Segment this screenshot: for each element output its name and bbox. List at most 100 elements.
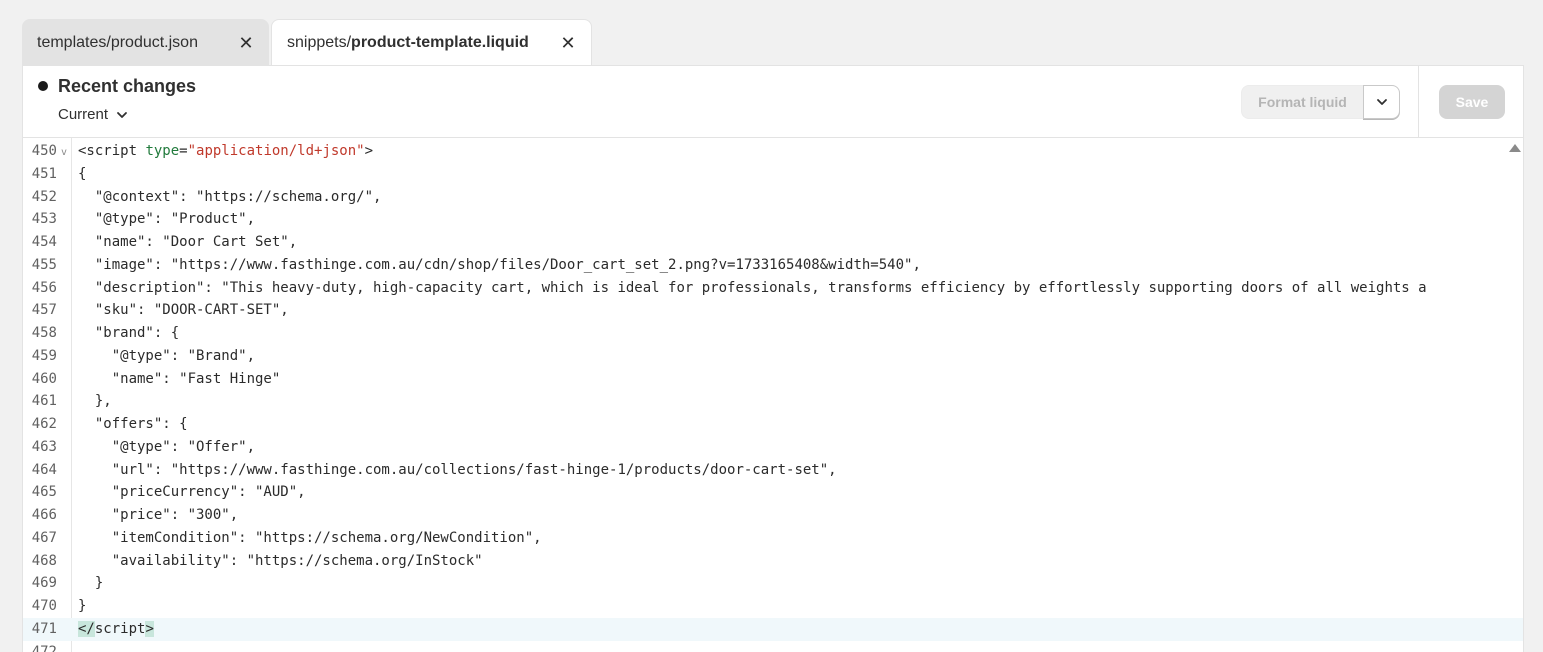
code-line[interactable]: 471 </script> (23, 617, 1523, 641)
line-number: 460 (31, 370, 57, 387)
close-icon[interactable]: ✕ (237, 34, 255, 52)
editor-header: Recent changes Current Format liquid Sav… (23, 66, 1523, 138)
line-number: 451 (31, 165, 57, 182)
code-line[interactable]: 468 "availability": "https://schema.org/… (23, 550, 1523, 573)
line-number: 459 (31, 347, 57, 364)
code-token: } (78, 575, 104, 592)
code-token: "itemCondition": "https://schema.org/New… (78, 529, 542, 546)
code-text: "@type": "Brand", (78, 345, 1508, 368)
code-line[interactable]: 465 "priceCurrency": "AUD", (23, 481, 1523, 504)
code-token: "description": "This heavy-duty, high-ca… (78, 279, 1427, 296)
code-line[interactable]: 456 "description": "This heavy-duty, hig… (23, 277, 1523, 300)
chevron-down-icon (1376, 99, 1387, 105)
line-number: 470 (31, 598, 57, 614)
code-text: { (78, 163, 1508, 186)
line-number: 463 (31, 438, 57, 455)
code-text: } (78, 572, 1508, 595)
line-number: 468 (31, 552, 57, 569)
line-number: 454 (31, 234, 57, 250)
code-text: </script> (78, 618, 1508, 641)
code-text: "brand": { (78, 322, 1508, 345)
code-token: <script (78, 143, 146, 159)
code-line[interactable]: 466 "price": "300", (23, 504, 1523, 527)
editor-panel: Recent changes Current Format liquid Sav… (22, 65, 1524, 652)
code-token: > (145, 620, 154, 637)
code-text: } (78, 595, 1508, 618)
tab-product-template-liquid[interactable]: snippets/product-template.liquid ✕ (271, 19, 592, 66)
code-line[interactable]: 463 "@type": "Offer", (23, 436, 1523, 459)
code-token: "priceCurrency": "AUD", (78, 484, 306, 501)
line-number: 471 (31, 620, 57, 637)
version-select-label: Current (58, 106, 109, 123)
code-text: "offers": { (78, 413, 1508, 436)
format-liquid-button[interactable]: Format liquid (1241, 85, 1363, 119)
scroll-up-arrow-icon[interactable] (1509, 144, 1521, 152)
code-line[interactable]: 451 { (23, 163, 1523, 186)
save-button[interactable]: Save (1439, 85, 1505, 119)
code-text: "url": "https://www.fasthinge.com.au/col… (78, 459, 1508, 482)
code-line[interactable]: 455 "image": "https://www.fasthinge.com.… (23, 254, 1523, 277)
code-line[interactable]: 453 "@type": "Product", (23, 208, 1523, 231)
line-number: 453 (31, 211, 57, 228)
code-token: "@context": "https://schema.org/", (78, 188, 382, 205)
code-line[interactable]: 459 "@type": "Brand", (23, 345, 1523, 368)
code-text: "name": "Fast Hinge" (78, 368, 1508, 391)
code-line[interactable]: 472 (23, 641, 1523, 652)
code-line[interactable]: 452 "@context": "https://schema.org/", (23, 186, 1523, 209)
line-number: 462 (31, 416, 57, 432)
code-token: "name": "Fast Hinge" (78, 370, 281, 387)
code-line[interactable]: 458 "brand": { (23, 322, 1523, 345)
code-text: "@context": "https://schema.org/", (78, 186, 1508, 209)
code-token: "availability": "https://schema.org/InSt… (78, 552, 483, 569)
line-number: 465 (31, 484, 57, 501)
line-number: 458 (31, 325, 57, 341)
code-text: "image": "https://www.fasthinge.com.au/c… (78, 254, 1508, 277)
code-line[interactable]: 470} (23, 595, 1523, 618)
code-token: "sku": "DOOR-CART-SET", (78, 302, 289, 319)
recent-changes-title: Recent changes (58, 76, 197, 96)
tab-product-json[interactable]: templates/product.json ✕ (22, 19, 269, 66)
code-text: "sku": "DOOR-CART-SET", (78, 299, 1508, 322)
code-line[interactable]: 464 "url": "https://www.fasthinge.com.au… (23, 459, 1523, 482)
code-text: }, (78, 390, 1508, 413)
line-number: 455 (31, 256, 57, 273)
version-select[interactable]: Current (58, 106, 128, 123)
line-number: 472 (31, 643, 57, 652)
close-icon[interactable]: ✕ (559, 34, 577, 52)
line-number: 467 (31, 529, 57, 546)
line-number: 457 (31, 302, 57, 319)
unsaved-dot-icon (38, 81, 48, 91)
code-line[interactable]: 457 "sku": "DOOR-CART-SET", (23, 299, 1523, 322)
line-number: 466 (31, 507, 57, 523)
chevron-down-icon (117, 111, 127, 118)
code-text: "availability": "https://schema.org/InSt… (78, 550, 1508, 573)
code-line[interactable]: 450 v <script type="application/ld+json"> (23, 140, 1523, 163)
code-token: }, (78, 393, 112, 410)
code-token: "url": "https://www.fasthinge.com.au/col… (78, 461, 837, 478)
code-token: "brand": { (78, 325, 180, 341)
format-options-button[interactable] (1363, 85, 1400, 119)
code-token: "application/ld+json" (187, 143, 365, 159)
code-token: "image": "https://www.fasthinge.com.au/c… (78, 256, 921, 273)
code-text: "@type": "Product", (78, 208, 1508, 231)
code-text: "price": "300", (78, 504, 1508, 527)
code-line[interactable]: 461 }, (23, 390, 1523, 413)
code-token: = (179, 143, 188, 159)
code-token: { (78, 165, 87, 182)
code-editor[interactable]: 450 v <script type="application/ld+json"> 4… (23, 138, 1523, 652)
fold-arrow-icon[interactable]: v (61, 142, 67, 165)
file-tabs: templates/product.json ✕ snippets/produc… (22, 19, 592, 66)
code-text: "priceCurrency": "AUD", (78, 481, 1508, 504)
code-line[interactable]: 454 "name": "Door Cart Set", (23, 231, 1523, 254)
code-text: "itemCondition": "https://schema.org/New… (78, 527, 1508, 550)
code-line[interactable]: 460 "name": "Fast Hinge" (23, 368, 1523, 391)
code-text: "name": "Door Cart Set", (78, 231, 1508, 254)
code-line[interactable]: 462 "offers": { (23, 413, 1523, 436)
code-token: "offers": { (78, 416, 188, 432)
format-liquid-group: Format liquid (1241, 85, 1400, 119)
code-line[interactable]: 469 } (23, 572, 1523, 595)
code-lines: 450 v <script type="application/ld+json"> 4… (23, 138, 1523, 652)
code-line[interactable]: 467 "itemCondition": "https://schema.org… (23, 527, 1523, 550)
line-number: 450 (31, 143, 57, 159)
line-number: 469 (31, 575, 57, 592)
